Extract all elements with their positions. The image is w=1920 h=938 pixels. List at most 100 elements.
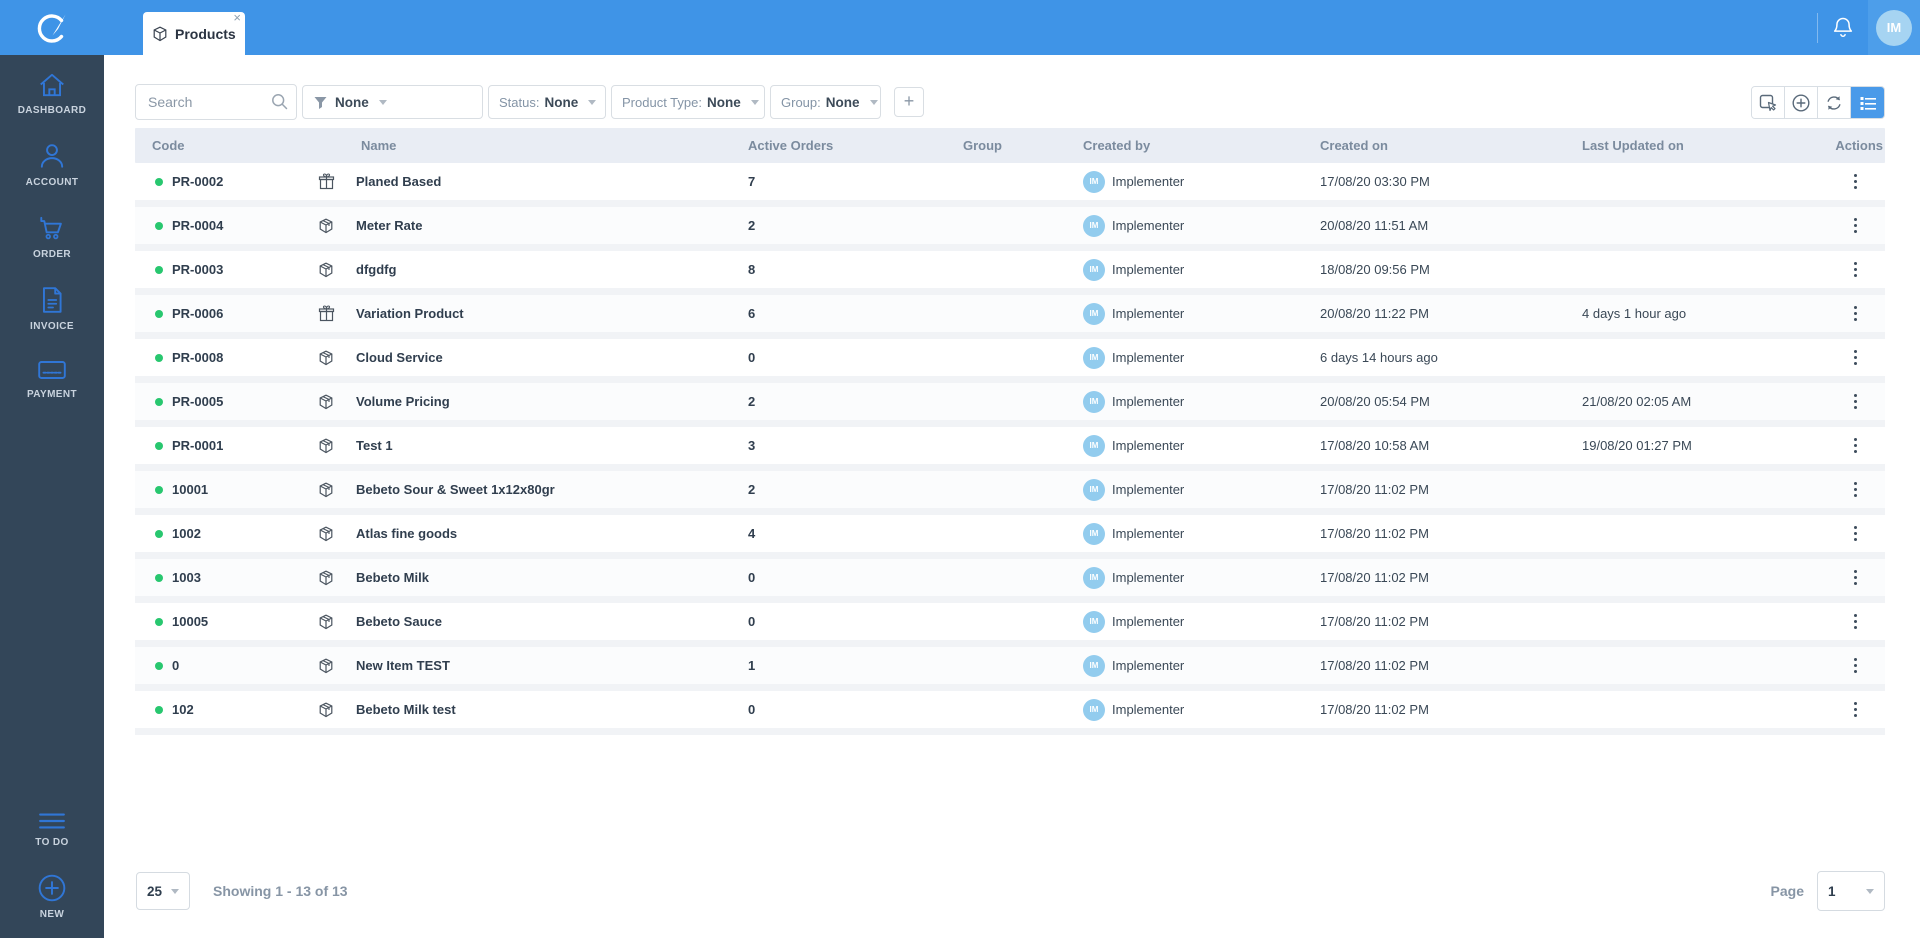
row-actions-menu-icon[interactable] bbox=[1852, 170, 1860, 194]
brand-logo[interactable] bbox=[0, 0, 104, 55]
sidebar-item-payment[interactable]: PAYMENT bbox=[0, 353, 104, 404]
table-row[interactable]: 102 Bebeto Milk test 0 IM Implementer 17… bbox=[135, 691, 1885, 735]
product-name[interactable]: Variation Product bbox=[356, 306, 464, 321]
product-name[interactable]: Atlas fine goods bbox=[356, 526, 457, 541]
product-code[interactable]: PR-0004 bbox=[172, 218, 223, 233]
column-header-last-updated-on[interactable]: Last Updated on bbox=[1565, 138, 1816, 153]
row-actions-menu-icon[interactable] bbox=[1852, 214, 1860, 238]
status-dot bbox=[155, 485, 163, 494]
product-type-filter-label: Product Type: bbox=[622, 94, 702, 110]
row-actions-menu-icon[interactable] bbox=[1852, 698, 1860, 722]
column-header-name[interactable]: Name bbox=[305, 138, 731, 153]
product-code[interactable]: 1002 bbox=[172, 526, 201, 541]
product-code[interactable]: 102 bbox=[172, 702, 194, 717]
row-actions-menu-icon[interactable] bbox=[1852, 302, 1860, 326]
product-name[interactable]: Bebeto Sour & Sweet 1x12x80gr bbox=[356, 482, 555, 497]
sidebar-item-order[interactable]: ORDER bbox=[0, 209, 104, 264]
notifications-button[interactable] bbox=[1818, 0, 1868, 55]
sidebar-item-account[interactable]: ACCOUNT bbox=[0, 137, 104, 192]
product-name[interactable]: Planed Based bbox=[356, 174, 441, 189]
row-actions-menu-icon[interactable] bbox=[1852, 434, 1860, 458]
sidebar-item-invoice[interactable]: INVOICE bbox=[0, 281, 104, 336]
product-code[interactable]: 10001 bbox=[172, 482, 208, 497]
chevron-down-icon bbox=[171, 888, 179, 894]
created-by-cell: IM Implementer bbox=[1066, 214, 1303, 237]
product-code[interactable]: PR-0005 bbox=[172, 394, 223, 409]
status-dot bbox=[155, 309, 163, 318]
product-name[interactable]: Bebeto Sauce bbox=[356, 614, 442, 629]
table-row[interactable]: PR-0008 Cloud Service 0 IM Implementer 6… bbox=[135, 339, 1885, 383]
status-filter[interactable]: Status: None bbox=[488, 85, 606, 119]
sidebar-item-new[interactable]: NEW bbox=[0, 869, 104, 924]
product-name[interactable]: Volume Pricing bbox=[356, 394, 450, 409]
chevron-down-icon bbox=[869, 99, 878, 105]
code-cell: PR-0004 bbox=[135, 218, 305, 233]
refresh-button[interactable] bbox=[1818, 86, 1851, 118]
product-code[interactable]: PR-0006 bbox=[172, 306, 223, 321]
product-type-filter[interactable]: Product Type: None bbox=[611, 85, 765, 119]
column-header-active-orders[interactable]: Active Orders bbox=[731, 138, 946, 153]
bell-icon bbox=[1833, 17, 1853, 37]
row-actions-menu-icon[interactable] bbox=[1852, 478, 1860, 502]
row-actions-menu-icon[interactable] bbox=[1852, 654, 1860, 678]
table-row[interactable]: 10005 Bebeto Sauce 0 IM Implementer 17/0… bbox=[135, 603, 1885, 647]
table-row[interactable]: 1002 Atlas fine goods 4 IM Implementer 1… bbox=[135, 515, 1885, 559]
product-code[interactable]: 10005 bbox=[172, 614, 208, 629]
group-filter[interactable]: Group: None bbox=[770, 85, 881, 119]
sidebar-item-dashboard[interactable]: DASHBOARD bbox=[0, 67, 104, 120]
product-name[interactable]: New Item TEST bbox=[356, 658, 450, 673]
table-row[interactable]: 0 New Item TEST 1 IM Implementer 17/08/2… bbox=[135, 647, 1885, 691]
tab-products[interactable]: Products × bbox=[143, 11, 245, 55]
column-header-group[interactable]: Group bbox=[946, 138, 1066, 153]
avatar: IM bbox=[1083, 566, 1105, 589]
product-name[interactable]: Test 1 bbox=[356, 438, 393, 453]
saved-filter-dropdown[interactable]: None bbox=[302, 85, 483, 119]
page-size-select[interactable]: 25 bbox=[136, 872, 190, 910]
product-name[interactable]: Cloud Service bbox=[356, 350, 443, 365]
product-name[interactable]: Bebeto Milk test bbox=[356, 702, 456, 717]
created-by-cell: IM Implementer bbox=[1066, 610, 1303, 633]
product-name[interactable]: Bebeto Milk bbox=[356, 570, 429, 585]
product-code[interactable]: PR-0002 bbox=[172, 174, 223, 189]
creator-name: Implementer bbox=[1112, 218, 1185, 233]
column-header-code[interactable]: Code bbox=[135, 138, 305, 153]
select-mode-button[interactable] bbox=[1752, 86, 1785, 118]
product-code[interactable]: PR-0003 bbox=[172, 262, 223, 277]
table-row[interactable]: PR-0002 Planed Based 7 IM Implementer 17… bbox=[135, 163, 1885, 207]
row-actions-menu-icon[interactable] bbox=[1852, 610, 1860, 634]
table-row[interactable]: PR-0004 Meter Rate 2 IM Implementer 20/0… bbox=[135, 207, 1885, 251]
row-actions-menu-icon[interactable] bbox=[1852, 522, 1860, 546]
page-number-select[interactable]: 1 bbox=[1817, 871, 1885, 911]
row-actions-menu-icon[interactable] bbox=[1852, 258, 1860, 282]
add-filter-button[interactable]: + bbox=[894, 87, 924, 117]
list-view-button[interactable] bbox=[1851, 86, 1884, 118]
close-icon[interactable]: × bbox=[233, 11, 241, 25]
table-row[interactable]: 10001 Bebeto Sour & Sweet 1x12x80gr 2 IM… bbox=[135, 471, 1885, 515]
product-name[interactable]: Meter Rate bbox=[356, 218, 422, 233]
add-product-button[interactable] bbox=[1785, 86, 1818, 118]
row-actions-menu-icon[interactable] bbox=[1852, 566, 1860, 590]
product-name[interactable]: dfgdfg bbox=[356, 262, 396, 277]
creator-name: Implementer bbox=[1112, 262, 1185, 277]
active-orders-value: 2 bbox=[748, 482, 756, 497]
table-row[interactable]: PR-0003 dfgdfg 8 IM Implementer 18/08/20… bbox=[135, 251, 1885, 295]
column-header-created-by[interactable]: Created by bbox=[1066, 138, 1303, 153]
row-actions-menu-icon[interactable] bbox=[1852, 390, 1860, 414]
product-code[interactable]: 0 bbox=[172, 658, 179, 673]
table-row[interactable]: PR-0005 Volume Pricing 2 IM Implementer … bbox=[135, 383, 1885, 427]
table-row[interactable]: 1003 Bebeto Milk 0 IM Implementer 17/08/… bbox=[135, 559, 1885, 603]
table-row[interactable]: PR-0001 Test 1 3 IM Implementer 17/08/20… bbox=[135, 427, 1885, 471]
product-code[interactable]: PR-0008 bbox=[172, 350, 223, 365]
product-code[interactable]: PR-0001 bbox=[172, 438, 223, 453]
column-header-created-on[interactable]: Created on bbox=[1303, 138, 1565, 153]
status-filter-value: None bbox=[544, 94, 579, 110]
status-dot bbox=[155, 221, 163, 230]
creator-name: Implementer bbox=[1112, 350, 1185, 365]
sidebar-item-todo[interactable]: TO DO bbox=[0, 807, 104, 852]
actions-cell bbox=[1816, 654, 1885, 678]
product-code[interactable]: 1003 bbox=[172, 570, 201, 585]
active-orders-cell: 8 bbox=[731, 262, 946, 277]
table-row[interactable]: PR-0006 Variation Product 6 IM Implement… bbox=[135, 295, 1885, 339]
user-menu-button[interactable]: IM bbox=[1868, 0, 1920, 55]
row-actions-menu-icon[interactable] bbox=[1852, 346, 1860, 370]
